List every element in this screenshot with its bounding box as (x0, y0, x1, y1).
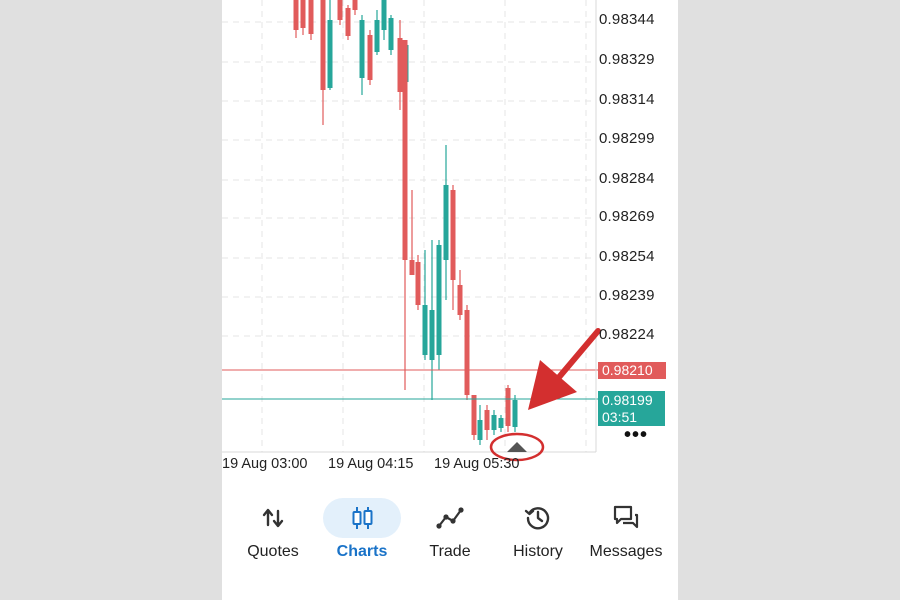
price-label: 0.98269 (599, 208, 655, 225)
bar-countdown: 03:51 (602, 408, 638, 425)
price-label: 0.98314 (599, 91, 655, 108)
nav-item-charts[interactable]: Charts (317, 492, 407, 561)
bear-candle (471, 395, 477, 435)
bid-price-tag: 0.98199 03:51 (598, 391, 665, 426)
bull-candle (477, 420, 483, 440)
bear-candle (367, 35, 373, 80)
nav-label: Messages (589, 543, 663, 560)
bull-candle (374, 20, 380, 52)
nav-item-quotes[interactable]: Quotes (228, 492, 318, 561)
nav-label: Trade (429, 543, 471, 560)
candlestick-icon (352, 507, 373, 529)
price-label: 0.98284 (599, 170, 655, 187)
bear-candle (415, 262, 421, 305)
price-label: 0.98224 (599, 326, 655, 343)
bear-candle (457, 285, 463, 315)
bull-candle (359, 20, 365, 78)
bear-candle (484, 410, 490, 430)
bear-candle (464, 310, 470, 395)
bear-candle (308, 0, 314, 34)
bear-candle (409, 260, 415, 275)
nav-item-messages[interactable]: Messages (581, 492, 671, 561)
phone-screen: 0.98344 0.98329 0.98314 0.98299 0.98284 … (222, 0, 678, 600)
nav-label: Quotes (247, 543, 299, 560)
scroll-handle-triangle-icon[interactable] (507, 442, 527, 452)
price-label: 0.98329 (599, 51, 655, 68)
price-label: 0.98239 (599, 287, 655, 304)
bear-candle (337, 0, 343, 20)
bear-candle (300, 0, 306, 28)
bull-candle (436, 245, 442, 355)
bull-candle (498, 418, 504, 428)
bear-candle (397, 38, 403, 92)
bull-candle (422, 305, 428, 355)
bull-candle (512, 400, 518, 427)
price-label: 0.98299 (599, 130, 655, 147)
candles (293, 0, 518, 445)
messages-icon (613, 505, 639, 529)
bottom-navigation: Quotes Charts Trade History Messages (222, 492, 678, 572)
quotes-arrows-icon (262, 508, 284, 528)
nav-label: Charts (336, 543, 388, 560)
bull-candle (429, 310, 435, 360)
bull-candle (388, 18, 394, 50)
bear-candle (402, 40, 408, 260)
bid-price-value: 0.98199 (602, 392, 653, 408)
price-label: 0.98344 (599, 11, 655, 28)
bull-candle (327, 20, 333, 88)
bear-candle (293, 0, 299, 30)
bear-candle (450, 190, 456, 280)
more-options-icon[interactable]: ••• (624, 424, 648, 447)
time-label: 19 Aug 05:30 (434, 456, 520, 472)
bear-candle (505, 388, 511, 426)
bear-candle (320, 0, 326, 90)
bull-candle (381, 0, 387, 30)
nav-item-trade[interactable]: Trade (405, 492, 495, 561)
bull-candle (491, 415, 497, 430)
trade-line-icon (436, 507, 464, 529)
history-clock-icon (524, 507, 550, 530)
price-label: 0.98254 (599, 248, 655, 265)
ask-price-value: 0.98210 (602, 362, 653, 378)
time-label: 19 Aug 04:15 (328, 456, 414, 472)
bear-candle (345, 8, 351, 36)
nav-item-history[interactable]: History (493, 492, 583, 561)
bear-candle (352, 0, 358, 10)
time-label: 19 Aug 03:00 (222, 456, 308, 472)
ask-price-tag: 0.98210 (598, 362, 666, 379)
nav-label: History (513, 543, 563, 560)
bull-candle (443, 185, 449, 260)
